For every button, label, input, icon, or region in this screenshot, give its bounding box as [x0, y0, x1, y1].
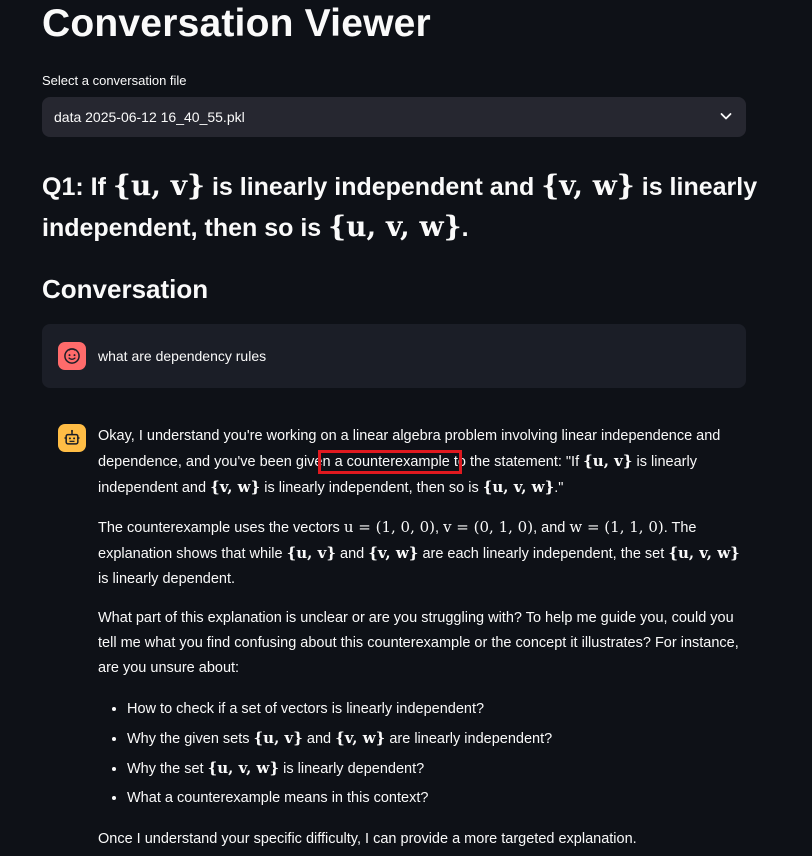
question-heading: Q1: If {u, v} is linearly independent an… — [42, 169, 758, 243]
highlight-box: n a counterexample t — [318, 450, 462, 474]
assistant-message-body: Okay, I understand you're working on a l… — [98, 424, 748, 856]
math-set: {u, v} — [253, 729, 303, 747]
list-item: How to check if a set of vectors is line… — [127, 695, 748, 724]
page: Conversation Viewer Select a conversatio… — [0, 0, 812, 856]
smiley-face-icon — [58, 342, 86, 370]
file-select-dropdown[interactable]: data 2025-06-12 16_40_55.pkl — [42, 97, 746, 137]
chevron-down-icon — [718, 108, 734, 127]
list-item: What a counterexample means in this cont… — [127, 784, 748, 813]
file-select-label: Select a conversation file — [42, 73, 187, 88]
math-set: {u, v} — [112, 169, 205, 202]
math-set: {u, v, w} — [328, 210, 462, 243]
page-title: Conversation Viewer — [42, 2, 431, 45]
assistant-message: Okay, I understand you're working on a l… — [58, 424, 758, 856]
assistant-paragraph: Once I understand your specific difficul… — [98, 831, 637, 847]
math-set: {u, v} — [286, 544, 336, 562]
math-set: {v, w} — [210, 478, 261, 496]
robot-icon — [58, 424, 86, 452]
math-set: {u, v} — [583, 452, 633, 470]
list-item: Why the given sets {u, v} and {v, w} are… — [127, 724, 748, 754]
math-vector-u: u = (1, 0, 0) — [343, 518, 435, 536]
assistant-paragraph: What part of this explanation is unclear… — [98, 610, 739, 676]
assistant-bullet-list: How to check if a set of vectors is line… — [98, 695, 748, 813]
math-set: {u, v, w} — [207, 759, 280, 777]
math-vector-v: v = (0, 1, 0) — [443, 518, 534, 536]
math-set: {u, v, w} — [482, 478, 555, 496]
math-set: {v, w} — [335, 729, 386, 747]
assistant-paragraph: The counterexample uses the vectors u = … — [98, 518, 740, 587]
user-message: what are dependency rules — [42, 324, 746, 388]
assistant-paragraph: Okay, I understand you're working on a l… — [98, 428, 721, 496]
math-set: {v, w} — [541, 169, 635, 202]
math-set: {u, v, w} — [668, 544, 740, 562]
list-item: Why the set {u, v, w} is linearly depend… — [127, 754, 748, 784]
file-select-value: data 2025-06-12 16_40_55.pkl — [54, 109, 245, 125]
math-set: {v, w} — [368, 544, 419, 562]
user-message-text: what are dependency rules — [98, 348, 267, 364]
math-vector-w: w = (1, 1, 0) — [569, 518, 664, 536]
section-heading-conversation: Conversation — [42, 274, 209, 304]
